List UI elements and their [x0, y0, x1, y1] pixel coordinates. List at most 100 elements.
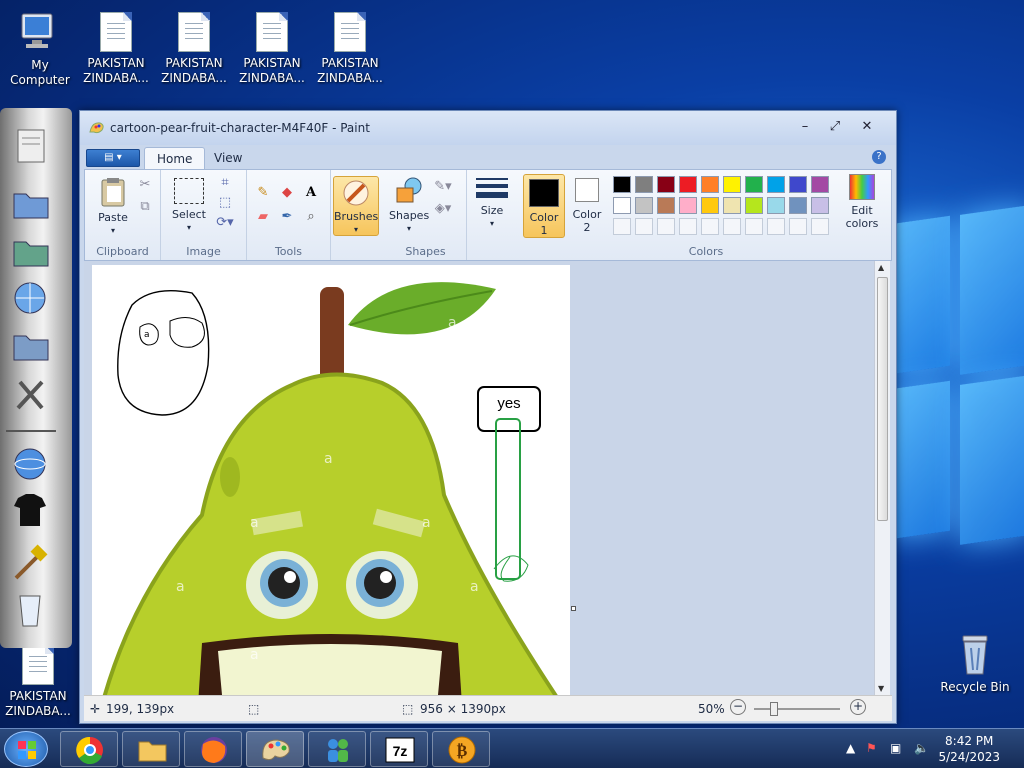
taskbar-paint[interactable] [246, 731, 304, 767]
minimize-button[interactable]: – [794, 119, 816, 137]
color-swatch[interactable] [635, 176, 653, 193]
taskbar-7zip[interactable]: 7z [370, 731, 428, 767]
crop-icon[interactable]: ⌗ [215, 174, 235, 192]
dock-item-document[interactable] [8, 126, 54, 166]
eraser-icon[interactable]: ▰ [253, 208, 273, 226]
custom-color-swatch[interactable] [811, 218, 829, 235]
custom-color-swatch[interactable] [789, 218, 807, 235]
show-hidden-icons[interactable]: ▲ [846, 741, 855, 755]
system-clock[interactable]: 8:42 PM 5/24/2023 [938, 733, 1000, 765]
color2-button[interactable]: Color 2 [567, 176, 607, 234]
dock-item-tshirt[interactable] [8, 490, 54, 530]
zoom-out-button[interactable]: − [730, 699, 746, 715]
vertical-scrollbar[interactable]: ▲ ▼ [874, 261, 890, 695]
edit-colors-button[interactable]: Edit colors [837, 174, 887, 230]
resize-icon[interactable]: ⬚ [215, 194, 235, 212]
taskbar-firefox[interactable] [184, 731, 242, 767]
color-swatch[interactable] [723, 176, 741, 193]
color-picker-icon[interactable]: ✒ [277, 208, 297, 226]
fill-icon[interactable]: ◆ [277, 184, 297, 202]
zoom-slider-thumb[interactable] [770, 702, 778, 716]
select-button[interactable]: Select ▾ [167, 178, 211, 234]
dock-item-folder[interactable] [8, 184, 54, 224]
magnifier-icon[interactable]: ⌕ [301, 208, 321, 226]
tab-view[interactable]: View [202, 147, 254, 169]
color-swatch[interactable] [635, 197, 653, 214]
color-swatch[interactable] [679, 197, 697, 214]
custom-color-swatch[interactable] [657, 218, 675, 235]
color-swatch[interactable] [745, 176, 763, 193]
color-swatch[interactable] [789, 197, 807, 214]
custom-color-swatch[interactable] [745, 218, 763, 235]
desktop-icon-recycle-bin[interactable]: Recycle Bin [935, 632, 1015, 695]
desktop-icon-file[interactable]: PAKISTAN ZINDABA... [154, 12, 234, 86]
size-button[interactable]: Size ▾ [473, 178, 511, 230]
help-button[interactable]: ? [872, 150, 886, 164]
color-swatch[interactable] [767, 176, 785, 193]
volume-icon[interactable]: 🔈 [914, 741, 929, 755]
action-center-icon[interactable]: ⚑ [866, 741, 877, 755]
copy-icon[interactable]: ⧉ [135, 198, 155, 216]
desktop-icon-file[interactable]: PAKISTAN ZINDABA... [76, 12, 156, 86]
dock-item-folder[interactable] [8, 232, 54, 272]
color-swatch[interactable] [789, 176, 807, 193]
color-swatch[interactable] [811, 197, 829, 214]
dock-item-folder[interactable] [8, 326, 54, 366]
taskbar-app[interactable] [308, 731, 366, 767]
maximize-button[interactable]: ⤢ [824, 119, 846, 137]
brushes-button[interactable]: Brushes ▾ [333, 176, 379, 236]
desktop-icon-my-computer[interactable]: My Computer [0, 10, 80, 88]
fill-style-icon[interactable]: ◈▾ [433, 200, 453, 218]
outline-icon[interactable]: ✎▾ [433, 178, 453, 196]
dock-item-tools[interactable] [8, 544, 54, 584]
text-icon[interactable]: A [301, 184, 321, 202]
desktop-icon-file[interactable]: PAKISTAN ZINDABA... [232, 12, 312, 86]
color-swatch[interactable] [745, 197, 763, 214]
color-swatch[interactable] [613, 197, 631, 214]
color-swatch[interactable] [701, 197, 719, 214]
taskbar-chrome[interactable] [60, 731, 118, 767]
zoom-slider[interactable] [754, 702, 840, 716]
custom-color-swatch[interactable] [613, 218, 631, 235]
custom-color-swatch[interactable] [767, 218, 785, 235]
color-swatch[interactable] [701, 176, 719, 193]
pencil-icon[interactable]: ✎ [253, 184, 273, 202]
rotate-icon[interactable]: ⟳▾ [215, 214, 235, 232]
shapes-button[interactable]: Shapes ▾ [389, 176, 429, 235]
network-icon[interactable]: ▣ [890, 741, 901, 755]
taskbar-explorer[interactable] [122, 731, 180, 767]
tab-home[interactable]: Home [144, 147, 206, 169]
custom-color-swatch[interactable] [679, 218, 697, 235]
title-bar[interactable]: cartoon-pear-fruit-character-M4F40F - Pa… [80, 111, 896, 145]
dock-item-network[interactable] [8, 444, 54, 484]
desktop-icon-file[interactable]: PAKISTAN ZINDABA... [310, 12, 390, 86]
watermark-text: a [422, 515, 431, 531]
canvas-area: a yes a a a a a a a [84, 261, 878, 695]
zoom-in-button[interactable]: + [850, 699, 866, 715]
dock-item-network[interactable] [8, 278, 54, 318]
drawing-canvas[interactable]: a yes a a a a a a a [92, 265, 570, 695]
custom-color-swatch[interactable] [723, 218, 741, 235]
color-swatch[interactable] [811, 176, 829, 193]
color1-button[interactable]: Color 1 [523, 174, 565, 238]
custom-color-swatch[interactable] [635, 218, 653, 235]
close-button[interactable]: ✕ [856, 119, 878, 137]
color-swatch[interactable] [679, 176, 697, 193]
custom-color-swatch[interactable] [701, 218, 719, 235]
color-swatch[interactable] [723, 197, 741, 214]
scroll-thumb[interactable] [877, 277, 888, 521]
color-swatch[interactable] [767, 197, 785, 214]
start-button[interactable] [4, 731, 48, 767]
cut-icon[interactable]: ✂ [135, 176, 155, 194]
color-swatch[interactable] [613, 176, 631, 193]
dock-item-tools[interactable] [8, 374, 54, 414]
desktop-icon-file[interactable]: PAKISTAN ZINDABA... [0, 645, 78, 719]
paint-menu-button[interactable]: ▤ ▾ [86, 149, 140, 167]
taskbar-bitcoin[interactable]: ₿ [432, 731, 490, 767]
canvas-resize-handle[interactable] [571, 606, 576, 611]
dock-item-recycle[interactable] [8, 588, 54, 628]
color-swatch[interactable] [657, 197, 675, 214]
color-swatch[interactable] [657, 176, 675, 193]
side-dock [0, 108, 72, 648]
paste-button[interactable]: Paste ▾ [93, 176, 133, 237]
